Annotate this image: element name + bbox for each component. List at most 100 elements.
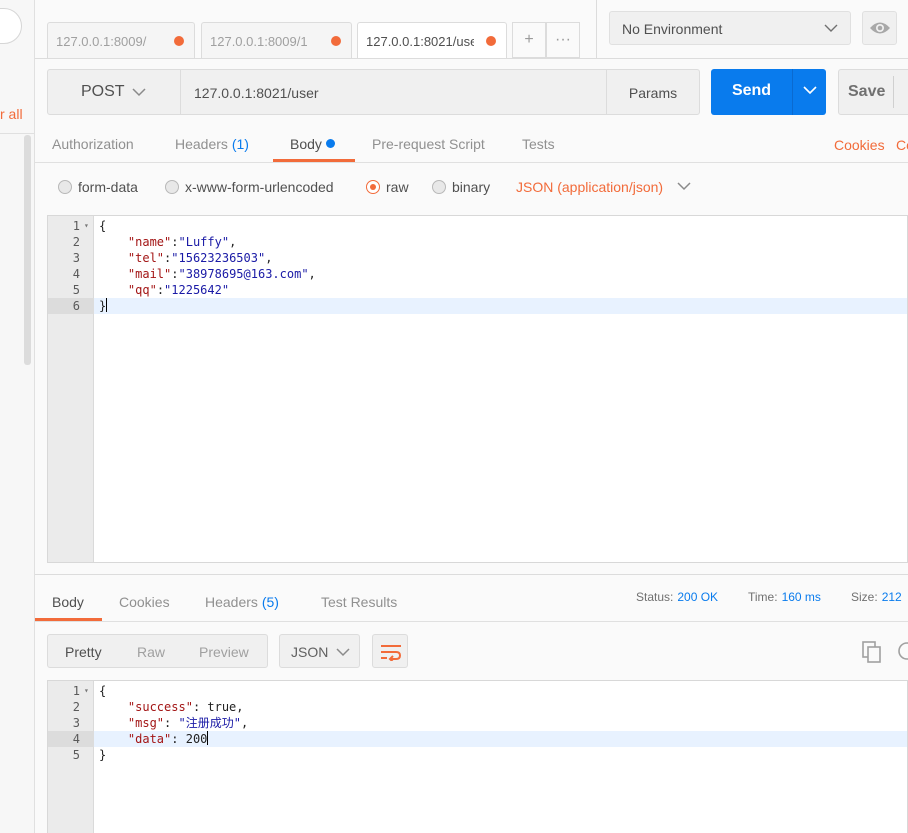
tab-headers[interactable]: Headers (1) xyxy=(175,136,249,152)
sidebar-scrollbar[interactable] xyxy=(24,135,31,365)
fold-arrow-icon[interactable]: ▾ xyxy=(84,683,89,699)
json-punctuation: , xyxy=(240,716,249,730)
sidebar-clear-all-link[interactable]: r all xyxy=(0,106,23,122)
response-format-label: JSON xyxy=(291,644,329,660)
json-punctuation: } xyxy=(99,299,107,313)
sidebar-divider xyxy=(0,133,35,134)
json-key: "msg" xyxy=(127,716,165,730)
json-punctuation xyxy=(99,267,128,281)
json-punctuation: : xyxy=(171,235,179,249)
response-view-switcher: Pretty Raw Preview xyxy=(47,634,268,668)
code-text: } xyxy=(99,747,106,763)
request-tab-3[interactable]: 127.0.0.1:8021/user xyxy=(357,22,507,58)
wrap-lines-icon xyxy=(381,645,402,663)
json-punctuation: : xyxy=(156,283,165,297)
view-preview-button[interactable]: Preview xyxy=(199,644,249,660)
text-cursor xyxy=(207,731,209,745)
tab-pre-request-script[interactable]: Pre-request Script xyxy=(372,136,485,152)
json-key: "success" xyxy=(127,700,193,714)
response-tab-headers[interactable]: Headers (5) xyxy=(205,594,279,610)
tab-body[interactable]: Body xyxy=(290,136,335,152)
request-tab-1[interactable]: 127.0.0.1:8009/ xyxy=(47,22,195,58)
json-key: "mail" xyxy=(127,267,172,281)
json-key: "data" xyxy=(127,732,172,746)
code-text: "name":"Luffy", xyxy=(99,234,236,250)
search-icon[interactable] xyxy=(895,641,908,663)
view-pretty-button[interactable]: Pretty xyxy=(65,644,102,660)
send-options-button[interactable] xyxy=(792,69,826,115)
radio-binary[interactable]: binary xyxy=(432,179,490,195)
unsaved-dot-icon xyxy=(486,36,496,46)
send-button[interactable]: Send xyxy=(711,69,792,115)
unsaved-dot-icon xyxy=(174,36,184,46)
params-button[interactable]: Params xyxy=(606,69,700,115)
wrap-lines-button[interactable] xyxy=(372,634,408,668)
code-text: "success": true, xyxy=(99,699,244,715)
unsaved-dot-icon xyxy=(331,36,341,46)
response-tab-test-results[interactable]: Test Results xyxy=(321,594,397,610)
json-punctuation xyxy=(99,700,128,714)
response-size: Size: 212 xyxy=(851,590,902,604)
view-raw-button[interactable]: Raw xyxy=(137,644,165,660)
code-text: { xyxy=(99,683,106,699)
request-body-editor[interactable]: 1 ▾{2 "name":"Luffy", 3 "tel":"15623236503… xyxy=(47,215,908,563)
line-number: 5 xyxy=(72,283,80,297)
line-number: 4 xyxy=(72,267,80,281)
radio-label: raw xyxy=(386,179,409,195)
content-type-select[interactable]: JSON (application/json) xyxy=(516,179,691,195)
json-punctuation xyxy=(99,716,128,730)
json-punctuation: { xyxy=(99,684,107,698)
cookies-link[interactable]: Cookies xyxy=(834,137,885,153)
json-punctuation xyxy=(99,732,128,746)
line-number: 4 xyxy=(48,731,94,747)
new-tab-button[interactable]: + xyxy=(512,22,546,58)
tab-headers-label: Headers xyxy=(175,136,228,152)
code-line: 2 "success": true, xyxy=(48,699,907,715)
tab-body-label: Body xyxy=(290,136,322,152)
response-format-select[interactable]: JSON xyxy=(279,634,360,668)
response-tab-cookies[interactable]: Cookies xyxy=(119,594,170,610)
line-number: 5 xyxy=(72,748,80,762)
radio-raw[interactable]: raw xyxy=(366,179,409,195)
fold-arrow-icon[interactable]: ▾ xyxy=(84,218,89,234)
code-link[interactable]: Co xyxy=(896,137,908,153)
tab-tests[interactable]: Tests xyxy=(522,136,555,152)
tab-authorization[interactable]: Authorization xyxy=(52,136,134,152)
code-line: 6} xyxy=(48,298,907,314)
save-divider xyxy=(893,76,894,108)
code-line: 5 "qq":"1225642" xyxy=(48,282,907,298)
code-line: 2 "name":"Luffy", xyxy=(48,234,907,250)
chevron-down-icon xyxy=(132,88,146,97)
url-input[interactable]: 127.0.0.1:8021/user xyxy=(180,69,607,115)
json-string: "1225642" xyxy=(164,283,230,297)
response-tabs-border xyxy=(35,621,908,622)
code-line: 1 ▾ { xyxy=(48,683,907,699)
json-punctuation: : 200 xyxy=(171,732,208,746)
json-punctuation xyxy=(99,283,128,297)
line-number: 1 xyxy=(72,684,80,698)
method-label: POST xyxy=(81,83,125,100)
json-punctuation: { xyxy=(99,219,107,233)
response-body-viewer[interactable]: 1 ▾{2 "success": true, 3 "msg": "注册成功", 4 "… xyxy=(47,680,908,833)
pane-resize-divider[interactable] xyxy=(35,574,908,575)
size-value: 212 xyxy=(881,590,902,604)
radio-urlencoded[interactable]: x-www-form-urlencoded xyxy=(165,179,334,195)
environment-quick-look-button[interactable] xyxy=(862,11,897,45)
response-tab-body[interactable]: Body xyxy=(52,594,84,610)
tab-options-button[interactable]: ··· xyxy=(546,22,580,58)
radio-label: form-data xyxy=(78,179,138,195)
request-tab-2[interactable]: 127.0.0.1:8009/1 xyxy=(201,22,352,58)
method-select[interactable]: POST xyxy=(47,69,181,115)
copy-icon[interactable] xyxy=(862,641,882,663)
environment-select[interactable]: No Environment xyxy=(609,11,851,45)
json-string: "Luffy" xyxy=(178,235,230,249)
status-label: Status: xyxy=(636,590,674,604)
radio-form-data[interactable]: form-data xyxy=(58,179,138,195)
json-punctuation xyxy=(99,251,128,265)
text-cursor xyxy=(106,298,108,312)
size-label: Size: xyxy=(851,590,878,604)
radio-label: x-www-form-urlencoded xyxy=(185,179,334,195)
code-text: } xyxy=(99,298,108,314)
environment-select-label: No Environment xyxy=(622,21,723,37)
save-button[interactable]: Save xyxy=(838,69,908,115)
